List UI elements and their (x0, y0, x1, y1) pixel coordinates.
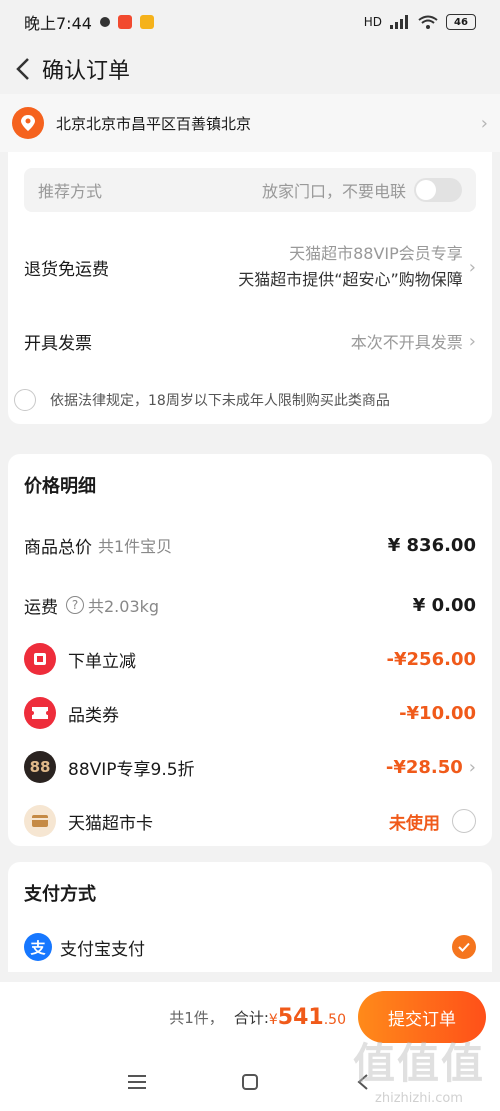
return-shipping-line1: 天猫超市88VIP会员专享 (289, 244, 463, 263)
discount-tag-icon (24, 643, 56, 675)
goods-total-sub: 共1件宝贝 (98, 537, 173, 556)
wifi-icon (418, 15, 438, 29)
return-shipping-label: 退货免运费 (24, 259, 109, 280)
currency-symbol: ¥ (268, 1011, 278, 1028)
status-time: 晚上7:44 (24, 14, 92, 33)
goods-total-row: 商品总价 共1件宝贝 ¥ 836.00 (24, 530, 476, 560)
vip-88-icon: 88 (24, 751, 56, 783)
coupon-icon (24, 697, 56, 729)
shipping-row: 运费 ? 共2.03kg ¥ 0.00 (24, 590, 476, 620)
header: 确认订单 (0, 44, 500, 94)
vip-label: 88VIP专享9.5折 (68, 759, 195, 780)
order-discount-value: -¥256.00 (386, 648, 476, 670)
shipping-sub: 共2.03kg (88, 597, 160, 616)
order-discount-row: 下单立减 -¥256.00 (24, 642, 476, 676)
signal-icon (390, 15, 408, 29)
page-title: 确认订单 (42, 59, 131, 84)
address-row[interactable]: 北京北京市昌平区百善镇北京 › (0, 94, 500, 152)
category-coupon-label: 品类券 (68, 705, 119, 726)
back-icon[interactable] (8, 54, 38, 84)
gift-card-icon (24, 805, 56, 837)
app-notification-icon (117, 15, 132, 29)
total-value: ¥ 541 .50 (269, 1005, 346, 1030)
chevron-right-icon: › (468, 756, 476, 778)
order-discount-label: 下单立减 (68, 651, 136, 672)
goods-total-label: 商品总价 (24, 537, 92, 558)
alipay-check-icon[interactable] (452, 935, 476, 959)
notification-dot-icon (99, 17, 110, 27)
battery-icon: 46 (446, 14, 476, 30)
return-shipping-row[interactable]: 退货免运费 天猫超市88VIP会员专享 天猫超市提供“超安心”购物保障 › (24, 238, 476, 296)
legal-notice-row[interactable]: 依据法律规定，18周岁以下未成年人限制购买此类商品 (14, 386, 476, 414)
supermarket-card-radio[interactable] (452, 809, 476, 833)
supermarket-card-label: 天猫超市卡 (68, 813, 153, 834)
goods-total-value: ¥ 836.00 (387, 534, 476, 556)
home-icon[interactable] (234, 1066, 266, 1098)
total-label: 合计: (233, 1008, 269, 1027)
watermark-url: zhizhizhi.com (375, 1091, 463, 1106)
total-integer: 541 (277, 1004, 324, 1030)
question-icon[interactable]: ? (66, 596, 84, 614)
vip-discount-row[interactable]: 88 88VIP专享9.5折 -¥28.50 › (24, 750, 476, 784)
category-coupon-row: 品类券 -¥10.00 (24, 696, 476, 730)
payment-card: 支付方式 支 支付宝支付 (8, 862, 492, 972)
alipay-label: 支付宝支付 (60, 939, 145, 960)
delivery-option: 放家门口，不要电联 (261, 182, 406, 201)
delivery-toggle[interactable] (414, 178, 462, 202)
watermark-logo: 值值值 (352, 1039, 485, 1088)
invoice-value: 本次不开具发票 (350, 333, 463, 352)
address-text: 北京北京市昌平区百善镇北京 (56, 114, 252, 133)
network-label: HD (363, 15, 382, 29)
memo-notification-icon (139, 15, 154, 29)
return-shipping-line2: 天猫超市提供“超安心”购物保障 (238, 270, 463, 289)
chevron-right-icon: › (480, 112, 488, 134)
menu-icon[interactable] (121, 1066, 153, 1098)
location-pin-icon (12, 107, 44, 139)
watermark: 值值值 zhizhizhi.com (344, 1030, 494, 1106)
category-coupon-value: -¥10.00 (399, 702, 476, 724)
vip-value: -¥28.50 (385, 756, 463, 778)
total-decimal: .50 (323, 1011, 346, 1028)
status-right: HD 46 (364, 14, 476, 30)
shipping-value: ¥ 0.00 (412, 594, 476, 616)
payment-title: 支付方式 (24, 884, 96, 905)
supermarket-card-value: 未使用 (389, 813, 440, 834)
price-detail-card: 价格明细 商品总价 共1件宝贝 ¥ 836.00 运费 ? 共2.03kg ¥ … (8, 454, 492, 846)
legal-agree-radio[interactable] (14, 389, 36, 411)
invoice-row[interactable]: 开具发票 本次不开具发票 › (24, 326, 476, 356)
alipay-icon: 支 (24, 933, 52, 961)
shipping-label: 运费 (24, 597, 58, 618)
invoice-label: 开具发票 (24, 333, 92, 354)
supermarket-card-row[interactable]: 天猫超市卡 未使用 (24, 804, 476, 838)
chevron-right-icon: › (468, 256, 476, 278)
alipay-row[interactable]: 支 支付宝支付 (24, 932, 476, 962)
delivery-label: 推荐方式 (38, 182, 103, 201)
legal-text: 依据法律规定，18周岁以下未成年人限制购买此类商品 (50, 393, 390, 409)
price-detail-title: 价格明细 (24, 476, 96, 497)
item-count: 共1件， (169, 1008, 224, 1027)
order-options-card: 推荐方式 放家门口，不要电联 退货免运费 天猫超市88VIP会员专享 天猫超市提… (8, 152, 492, 424)
status-bar: 晚上7:44 HD 46 (0, 0, 500, 44)
status-left: 晚上7:44 (24, 10, 154, 34)
delivery-preference[interactable]: 推荐方式 放家门口，不要电联 (24, 168, 476, 212)
chevron-right-icon: › (468, 330, 476, 352)
